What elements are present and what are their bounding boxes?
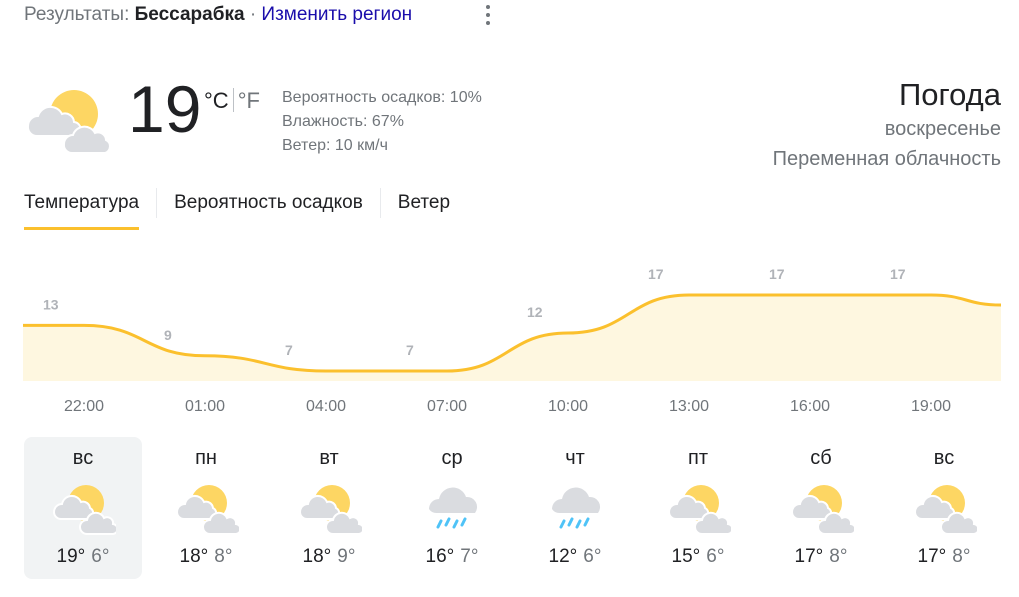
high-temperature: 19°: [56, 546, 86, 567]
day-temperature: 18° 9°: [270, 546, 388, 568]
low-temperature: 8°: [214, 546, 233, 567]
day-temperature: 15° 6°: [639, 546, 757, 568]
partly-cloudy-icon: [298, 485, 362, 535]
time-tick-label: 07:00: [426, 398, 468, 415]
rain-icon: [429, 487, 478, 529]
day-name: сб: [810, 447, 832, 469]
day-temperature: 18° 8°: [147, 546, 265, 568]
weather-title: Погода: [898, 77, 1001, 112]
temperature-label: 17: [769, 266, 785, 282]
time-tick-label: 19:00: [910, 398, 952, 415]
day-name: вс: [933, 447, 955, 469]
day-name: вт: [319, 447, 339, 469]
day-card[interactable]: ср 16° 7°: [393, 437, 511, 579]
day-temperature: 17° 8°: [885, 546, 1003, 568]
day-card[interactable]: чт 12° 6°: [516, 437, 634, 579]
partly-cloudy-icon: [52, 485, 116, 535]
weather-details: Вероятность осадков: 10% Влажность: 67% …: [282, 86, 482, 158]
precipitation-chance: Вероятность осадков: 10%: [282, 89, 482, 106]
weather-summary: Погода воскресенье Переменная облачность: [773, 76, 1001, 174]
day-card[interactable]: вс 19° 6°: [24, 437, 142, 579]
day-card[interactable]: пн 18° 8°: [147, 437, 265, 579]
day-name: ср: [441, 447, 463, 469]
partly-cloudy-icon: [175, 485, 239, 535]
day-temperature: 12° 6°: [516, 546, 634, 568]
temperature-label: 9: [164, 327, 172, 343]
high-temperature: 15°: [671, 546, 701, 567]
location-name: Бессарабка: [134, 4, 245, 25]
tab-precipitation[interactable]: Вероятность осадков: [174, 192, 363, 227]
forecast-tabs: Температура Вероятность осадков Ветер: [24, 188, 450, 230]
day-temperature: 17° 8°: [762, 546, 880, 568]
high-temperature: 18°: [302, 546, 332, 567]
celsius-unit[interactable]: °C: [204, 88, 229, 113]
temperature-label: 12: [527, 304, 543, 320]
time-tick-label: 10:00: [547, 398, 589, 415]
low-temperature: 9°: [337, 546, 356, 567]
unit-switcher: °C °F: [204, 88, 260, 114]
results-header: Результаты: Бессарабка · Изменить регион: [24, 4, 412, 26]
tab-divider: [156, 188, 158, 218]
time-tick-label: 13:00: [668, 398, 710, 415]
time-tick-label: 04:00: [305, 398, 347, 415]
high-temperature: 18°: [179, 546, 209, 567]
day-temperature: 19° 6°: [24, 546, 142, 568]
current-temperature: 19: [128, 72, 202, 146]
high-temperature: 17°: [917, 546, 947, 567]
partly-cloudy-icon: [790, 485, 854, 535]
day-card[interactable]: вт 18° 9°: [270, 437, 388, 579]
low-temperature: 8°: [829, 546, 848, 567]
daily-forecast: вс 19° 6° пн 18° 8° вт 18° 9° ср 16° 7° чт 12° 6° пт 15°…: [18, 437, 1018, 579]
weather-day: воскресенье: [884, 118, 1001, 140]
day-name: вс: [72, 447, 94, 469]
temperature-label: 7: [285, 342, 293, 358]
time-tick-label: 16:00: [789, 398, 831, 415]
rain-icon: [552, 487, 601, 529]
wind-speed: Ветер: 10 км/ч: [282, 137, 388, 154]
time-axis: 22:00 01:00 04:00 07:00 10:00 13:00 16:00 19:00: [0, 398, 1019, 422]
temperature-label: 17: [890, 266, 906, 282]
low-temperature: 7°: [460, 546, 479, 567]
low-temperature: 6°: [706, 546, 725, 567]
high-temperature: 17°: [794, 546, 824, 567]
partly-cloudy-icon: [913, 485, 977, 535]
temperature-label: 7: [406, 342, 414, 358]
more-options-icon[interactable]: [478, 2, 498, 28]
time-tick-label: 01:00: [184, 398, 226, 415]
high-temperature: 16°: [425, 546, 455, 567]
humidity: Влажность: 67%: [282, 113, 404, 130]
header-separator: ·: [249, 4, 257, 25]
day-temperature: 16° 7°: [393, 546, 511, 568]
results-label: Результаты:: [24, 4, 130, 25]
time-tick-label: 22:00: [63, 398, 105, 415]
day-name: пн: [195, 447, 217, 469]
tab-wind[interactable]: Ветер: [398, 192, 450, 227]
low-temperature: 6°: [583, 546, 602, 567]
partly-cloudy-icon: [667, 485, 731, 535]
day-name: пт: [688, 447, 708, 469]
day-card[interactable]: вс 17° 8°: [885, 437, 1003, 579]
fahrenheit-unit[interactable]: °F: [238, 88, 260, 113]
day-name: чт: [565, 447, 585, 469]
day-card[interactable]: пт 15° 6°: [639, 437, 757, 579]
day-card[interactable]: сб 17° 8°: [762, 437, 880, 579]
change-region-link[interactable]: Изменить регион: [261, 4, 412, 25]
high-temperature: 12°: [548, 546, 578, 567]
temperature-label: 17: [648, 266, 664, 282]
tab-divider: [379, 188, 381, 218]
temperature-chart: 13 9 7 7 12 17 17 17: [23, 266, 1002, 381]
temperature-label: 13: [43, 296, 59, 312]
weather-condition: Переменная облачность: [772, 148, 1001, 170]
low-temperature: 8°: [952, 546, 971, 567]
low-temperature: 6°: [91, 546, 110, 567]
partly-cloudy-icon: [26, 90, 111, 155]
tab-temperature[interactable]: Температура: [24, 192, 140, 230]
